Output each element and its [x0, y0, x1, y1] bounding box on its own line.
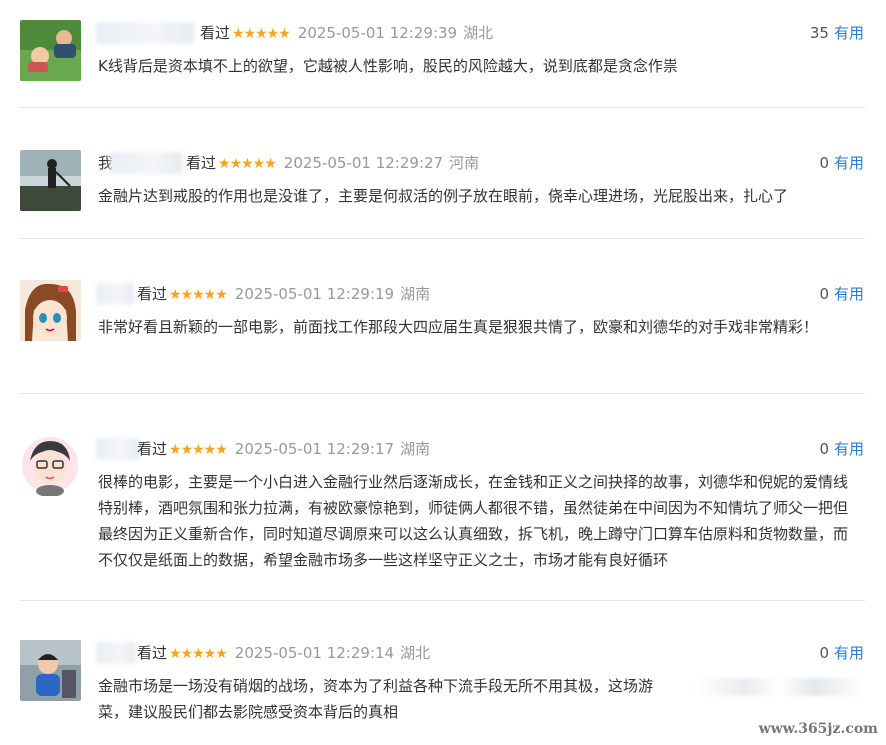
username-blurred[interactable] — [96, 642, 136, 664]
avatar[interactable] — [20, 280, 81, 341]
username-blurred[interactable] — [96, 438, 140, 460]
useful-button[interactable]: 有用 — [834, 24, 864, 42]
useful-vote: 0 有用 — [819, 642, 864, 664]
watched-status: 看过 — [186, 154, 217, 172]
divider — [20, 393, 865, 394]
useful-button[interactable]: 有用 — [834, 440, 864, 458]
review-text: 很棒的电影，主要是一个小白进入金融行业然后逐渐成长，在金钱和正义之间抉择的故事，… — [98, 473, 849, 569]
review-meta: 看过 ★★★★★ 2025-05-01 12:29:19 湖南 — [137, 283, 430, 306]
watched-status: 看过 — [137, 285, 168, 303]
watched-status: 看过 — [137, 440, 168, 458]
review-meta: 看过 ★★★★★ 2025-05-01 12:29:14 湖北 — [137, 642, 430, 665]
rating-stars: ★★★★★ — [169, 287, 228, 303]
watermark: www.365jz.com — [758, 721, 878, 737]
useful-vote: 0 有用 — [819, 152, 864, 174]
divider — [20, 238, 865, 239]
divider — [20, 600, 865, 601]
review-meta: 看过 ★★★★★ 2025-05-01 12:29:39 湖北 — [200, 22, 493, 45]
username-blurred[interactable] — [110, 152, 182, 174]
rating-stars: ★★★★★ — [169, 442, 228, 458]
username-blurred[interactable] — [96, 283, 134, 305]
review-location: 湖南 — [400, 440, 431, 458]
rating-stars: ★★★★★ — [218, 156, 277, 172]
useful-count: 0 — [819, 440, 829, 458]
useful-count: 0 — [819, 644, 829, 662]
review-location: 湖北 — [463, 24, 494, 42]
review-text: 非常好看且新颖的一部电影，前面找工作那段大四应届生真是狠狠共情了，欧豪和刘德华的… — [98, 318, 819, 336]
review-meta: 看过 ★★★★★ 2025-05-01 12:29:17 湖南 — [137, 438, 430, 461]
useful-button[interactable]: 有用 — [834, 154, 864, 172]
useful-button[interactable]: 有用 — [834, 285, 864, 303]
review-text: 金融市场是一场没有硝烟的战场，资本为了利益各种下流手段无所不用其极，这场游 — [98, 677, 654, 695]
avatar[interactable] — [20, 20, 81, 81]
rating-stars: ★★★★★ — [232, 26, 291, 42]
username-blurred[interactable] — [96, 22, 194, 44]
avatar[interactable] — [20, 150, 81, 211]
useful-button[interactable]: 有用 — [834, 644, 864, 662]
review-time: 2025-05-01 12:29:39 — [297, 24, 458, 42]
review-location: 湖北 — [400, 644, 431, 662]
review-time: 2025-05-01 12:29:17 — [234, 440, 395, 458]
useful-vote: 35 有用 — [810, 22, 864, 44]
review-text-continued: 菜，建议股民们都去影院感受资本背后的真相 — [98, 703, 399, 721]
avatar[interactable] — [20, 435, 81, 496]
watched-status: 看过 — [200, 24, 231, 42]
watched-status: 看过 — [137, 644, 168, 662]
useful-count: 0 — [819, 154, 829, 172]
useful-count: 35 — [809, 24, 829, 42]
review-time: 2025-05-01 12:29:19 — [234, 285, 395, 303]
review-time: 2025-05-01 12:29:14 — [234, 644, 395, 662]
review-text: 金融片达到戒股的作用也是没谁了，主要是何叔活的例子放在眼前，侥幸心理进场，光屁股… — [98, 187, 789, 205]
review-text: K线背后是资本填不上的欲望，它越被人性影响，股民的风险越大，说到底都是贪念作祟 — [98, 57, 678, 75]
blurred-text-overlay — [695, 678, 865, 696]
avatar[interactable] — [20, 640, 81, 701]
useful-vote: 0 有用 — [819, 283, 864, 305]
review-location: 河南 — [449, 154, 480, 172]
rating-stars: ★★★★★ — [169, 646, 228, 662]
review-time: 2025-05-01 12:29:27 — [283, 154, 444, 172]
review-location: 湖南 — [400, 285, 431, 303]
review-meta: 看过 ★★★★★ 2025-05-01 12:29:27 河南 — [186, 152, 479, 175]
useful-count: 0 — [819, 285, 829, 303]
useful-vote: 0 有用 — [819, 438, 864, 460]
divider — [20, 107, 865, 108]
